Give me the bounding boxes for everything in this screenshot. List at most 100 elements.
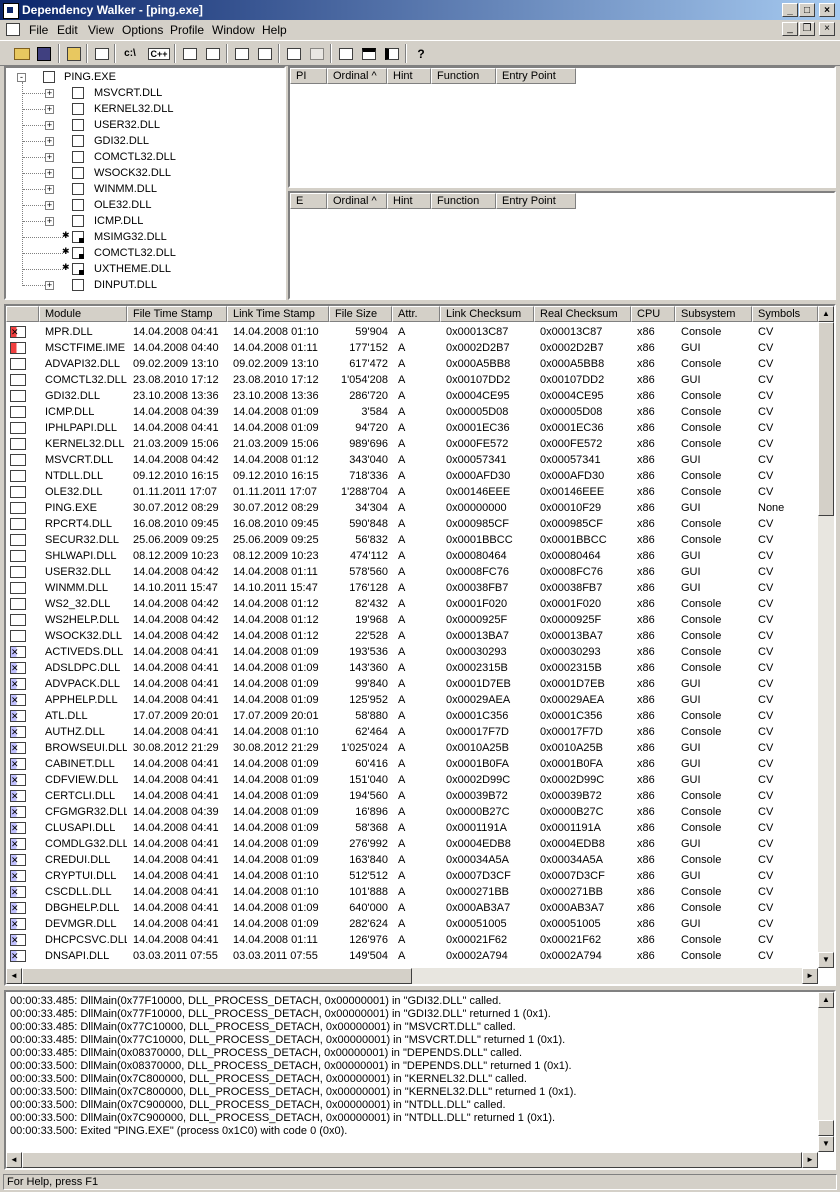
mdi-minimize-button[interactable]: _ bbox=[782, 22, 798, 36]
tree-expand-button[interactable]: + bbox=[45, 137, 54, 146]
modules-col-subsystem[interactable]: Subsystem bbox=[675, 306, 752, 322]
tree-full-paths-button[interactable] bbox=[92, 44, 112, 63]
full-paths-button[interactable]: c:\ bbox=[120, 44, 140, 63]
hscroll-thumb[interactable] bbox=[22, 968, 412, 984]
tree-expand-button[interactable]: + bbox=[45, 89, 54, 98]
module-row[interactable]: MSVCRT.DLL 14.04.2008 04:42 14.04.2008 01:… bbox=[6, 452, 818, 468]
modules-col-cpu[interactable]: CPU bbox=[631, 306, 675, 322]
view-function-button[interactable] bbox=[180, 44, 200, 63]
tile-horizontal-button[interactable] bbox=[359, 44, 379, 63]
log-vscroll[interactable]: ▲ ▼ bbox=[818, 992, 834, 1152]
modules-col-symbols[interactable]: Symbols bbox=[752, 306, 818, 322]
module-row[interactable]: ADVAPI32.DLL 09.02.2009 13:10 09.02.2009 1… bbox=[6, 356, 818, 372]
tree-collapse-root[interactable]: - bbox=[17, 73, 26, 82]
menu-help[interactable]: Help bbox=[262, 23, 287, 37]
imports-col-entry-point[interactable]: Entry Point bbox=[496, 68, 576, 84]
tree-item[interactable]: MSIMG32.DLL bbox=[94, 229, 167, 245]
module-row[interactable]: CERTCLI.DLL 14.04.2008 04:41 14.04.2008 01… bbox=[6, 788, 818, 804]
module-row[interactable]: NTDLL.DLL 09.12.2010 16:15 09.12.2010 16:1… bbox=[6, 468, 818, 484]
module-row[interactable]: CSCDLL.DLL 14.04.2008 04:41 14.04.2008 01:… bbox=[6, 884, 818, 900]
module-row[interactable]: MPR.DLL 14.04.2008 04:41 14.04.2008 01:10 5… bbox=[6, 324, 818, 340]
tree-item[interactable]: GDI32.DLL bbox=[94, 133, 149, 149]
exports-pane[interactable]: E Ordinal ^ Hint Function Entry Point bbox=[288, 191, 836, 300]
tree-item[interactable]: WSOCK32.DLL bbox=[94, 165, 171, 181]
tree-root-label[interactable]: PING.EXE bbox=[64, 69, 116, 85]
menu-options[interactable]: Options bbox=[122, 23, 163, 37]
module-list-pane[interactable]: MPR.DLL 14.04.2008 04:41 14.04.2008 01:10 5… bbox=[4, 304, 836, 986]
module-row[interactable]: RPCRT4.DLL 16.08.2010 09:45 16.08.2010 09:… bbox=[6, 516, 818, 532]
module-tree-pane[interactable]: - PING.EXE + MSVCRT.DLL + KERNEL32.DLL + USER… bbox=[4, 66, 286, 300]
tree-item[interactable]: OLE32.DLL bbox=[94, 197, 151, 213]
module-row[interactable]: AUTHZ.DLL 14.04.2008 04:41 14.04.2008 01:1… bbox=[6, 724, 818, 740]
module-row[interactable]: BROWSEUI.DLL 30.08.2012 21:29 30.08.2012 2… bbox=[6, 740, 818, 756]
scroll-down-button[interactable]: ▼ bbox=[818, 952, 834, 968]
tree-expand-button[interactable]: + bbox=[45, 169, 54, 178]
properties-button[interactable] bbox=[203, 44, 223, 63]
mdi-restore-button[interactable]: ❐ bbox=[799, 22, 815, 36]
modules-col-icon[interactable] bbox=[6, 306, 39, 322]
tree-item[interactable]: DINPUT.DLL bbox=[94, 277, 157, 293]
log-scroll-right-button[interactable]: ► bbox=[802, 1152, 818, 1168]
module-row[interactable]: GDI32.DLL 23.10.2008 13:36 23.10.2008 13:3… bbox=[6, 388, 818, 404]
module-row[interactable]: CLUSAPI.DLL 14.04.2008 04:41 14.04.2008 01… bbox=[6, 820, 818, 836]
log-scroll-up-button[interactable]: ▲ bbox=[818, 992, 834, 1008]
module-row[interactable]: CFGMGR32.DLL 14.04.2008 04:39 14.04.2008 0… bbox=[6, 804, 818, 820]
configure-button[interactable] bbox=[307, 44, 327, 63]
module-row[interactable]: ADSLDPC.DLL 14.04.2008 04:41 14.04.2008 01… bbox=[6, 660, 818, 676]
copy-button[interactable] bbox=[64, 44, 84, 63]
module-row[interactable]: COMCTL32.DLL 23.08.2010 17:12 23.08.2010 1… bbox=[6, 372, 818, 388]
module-row[interactable]: USER32.DLL 14.04.2008 04:42 14.04.2008 01:… bbox=[6, 564, 818, 580]
tree-expand-button[interactable]: + bbox=[45, 121, 54, 130]
module-row[interactable]: CDFVIEW.DLL 14.04.2008 04:41 14.04.2008 01… bbox=[6, 772, 818, 788]
module-row[interactable]: CREDUI.DLL 14.04.2008 04:41 14.04.2008 01:… bbox=[6, 852, 818, 868]
exports-col-ordinal[interactable]: Ordinal ^ bbox=[327, 193, 387, 209]
scroll-up-button[interactable]: ▲ bbox=[818, 306, 834, 322]
imports-col-ordinal[interactable]: Ordinal ^ bbox=[327, 68, 387, 84]
mdi-close-button[interactable]: × bbox=[819, 22, 835, 36]
system-info-button[interactable] bbox=[232, 44, 252, 63]
module-row[interactable]: ADVPACK.DLL 14.04.2008 04:41 14.04.2008 01… bbox=[6, 676, 818, 692]
find-button[interactable] bbox=[255, 44, 275, 63]
tree-expand-button[interactable]: + bbox=[45, 105, 54, 114]
module-row[interactable]: DHCPCSVC.DLL 14.04.2008 04:41 14.04.2008 0… bbox=[6, 932, 818, 948]
module-row[interactable]: ACTIVEDS.DLL 14.04.2008 04:41 14.04.2008 0… bbox=[6, 644, 818, 660]
module-row[interactable]: DEVMGR.DLL 14.04.2008 04:41 14.04.2008 01:… bbox=[6, 916, 818, 932]
modules-col-file-size[interactable]: File Size bbox=[329, 306, 392, 322]
module-row[interactable]: PING.EXE 30.07.2012 08:29 30.07.2012 08:29… bbox=[6, 500, 818, 516]
module-row[interactable]: WINMM.DLL 14.10.2011 15:47 14.10.2011 15:4… bbox=[6, 580, 818, 596]
module-row[interactable]: OLE32.DLL 01.11.2011 17:07 01.11.2011 17:0… bbox=[6, 484, 818, 500]
auto-expand-button[interactable] bbox=[284, 44, 304, 63]
tree-expand-button[interactable]: + bbox=[45, 153, 54, 162]
tree-item[interactable]: WINMM.DLL bbox=[94, 181, 157, 197]
menu-profile[interactable]: Profile bbox=[170, 23, 204, 37]
modules-col-attr[interactable]: Attr. bbox=[392, 306, 440, 322]
tree-item[interactable]: KERNEL32.DLL bbox=[94, 101, 174, 117]
open-button[interactable] bbox=[12, 44, 32, 63]
module-row[interactable]: ATL.DLL 17.07.2009 20:01 17.07.2009 20:01 5… bbox=[6, 708, 818, 724]
tree-item[interactable]: COMCTL32.DLL bbox=[94, 245, 176, 261]
module-row[interactable]: MSCTFIME.IME 14.04.2008 04:40 14.04.2008 0… bbox=[6, 340, 818, 356]
log-hscroll[interactable]: ◄ ► bbox=[6, 1152, 818, 1168]
tile-vertical-button[interactable] bbox=[382, 44, 402, 63]
scroll-thumb[interactable] bbox=[818, 322, 834, 516]
parent-imports-pane[interactable]: PI Ordinal ^ Hint Function Entry Point bbox=[288, 66, 836, 188]
module-row[interactable]: CRYPTUI.DLL 14.04.2008 04:41 14.04.2008 01… bbox=[6, 868, 818, 884]
module-row[interactable]: WS2HELP.DLL 14.04.2008 04:42 14.04.2008 01… bbox=[6, 612, 818, 628]
log-scroll-left-button[interactable]: ◄ bbox=[6, 1152, 22, 1168]
imports-col-function[interactable]: Function bbox=[431, 68, 496, 84]
module-row[interactable]: KERNEL32.DLL 21.03.2009 15:06 21.03.2009 1… bbox=[6, 436, 818, 452]
tree-item[interactable]: ICMP.DLL bbox=[94, 213, 143, 229]
log-scroll-down-button[interactable]: ▼ bbox=[818, 1136, 834, 1152]
tree-item[interactable]: COMCTL32.DLL bbox=[94, 149, 176, 165]
module-row[interactable]: COMDLG32.DLL 14.04.2008 04:41 14.04.2008 0… bbox=[6, 836, 818, 852]
title-bar[interactable]: Dependency Walker - [ping.exe] _ □ × bbox=[0, 0, 840, 20]
scroll-right-button[interactable]: ► bbox=[802, 968, 818, 984]
module-row[interactable]: DNSAPI.DLL 03.03.2011 07:55 03.03.2011 07:… bbox=[6, 948, 818, 964]
menu-view[interactable]: View bbox=[88, 23, 114, 37]
exports-col-e[interactable]: E bbox=[290, 193, 327, 209]
imports-col-pi[interactable]: PI bbox=[290, 68, 327, 84]
module-row[interactable]: APPHELP.DLL 14.04.2008 04:41 14.04.2008 01… bbox=[6, 692, 818, 708]
module-row[interactable]: IPHLPAPI.DLL 14.04.2008 04:41 14.04.2008 0… bbox=[6, 420, 818, 436]
menu-window[interactable]: Window bbox=[212, 23, 255, 37]
module-row[interactable]: SECUR32.DLL 25.06.2009 09:25 25.06.2009 09… bbox=[6, 532, 818, 548]
